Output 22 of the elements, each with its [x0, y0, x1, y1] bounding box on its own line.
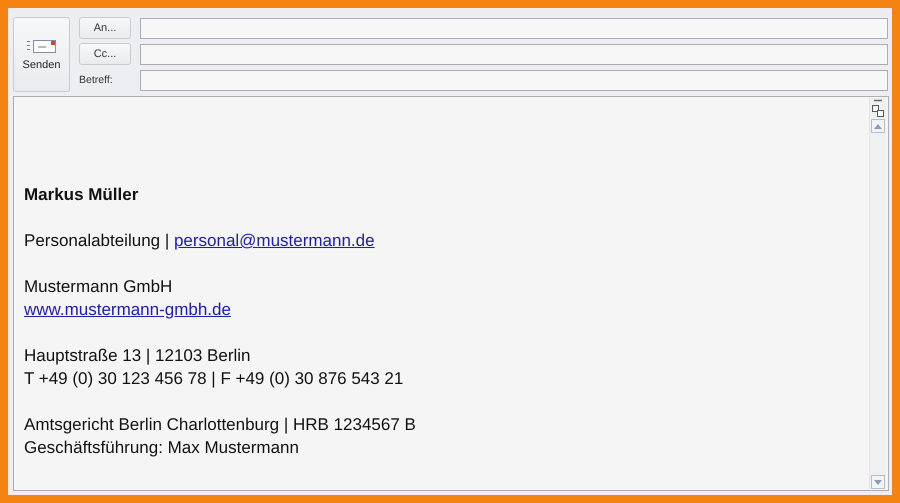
signature-text: Amtsgericht Berlin Charlottenburg | HRB 1234567 B — [24, 415, 416, 434]
scroll-down-button[interactable] — [871, 475, 885, 489]
signature-text: Hauptstraße 13 | 12103 Berlin — [24, 346, 250, 365]
input-field[interactable] — [140, 70, 888, 90]
address-button[interactable]: An... — [79, 17, 131, 39]
input-field[interactable] — [140, 44, 888, 64]
link[interactable]: www.mustermann-gmbh.de — [24, 300, 231, 319]
subject-label: Betreff: — [79, 73, 114, 88]
input-field[interactable] — [140, 18, 888, 38]
envelope-icon — [26, 38, 56, 52]
caret-down-icon — [874, 480, 882, 484]
scroll-up-button[interactable] — [871, 119, 885, 133]
link[interactable]: personal@mustermann.de — [174, 231, 375, 250]
address-button[interactable]: Cc... — [79, 43, 131, 65]
signature-text: Personalabteilung | — [24, 231, 170, 250]
send-button[interactable]: Senden — [13, 17, 70, 92]
signature-text: T +49 (0) 30 123 456 78 | F +49 (0) 30 876 543 21 — [24, 369, 404, 388]
signature-text: Mustermann GmbH — [24, 277, 172, 296]
signature-text: Markus Müller — [24, 185, 138, 204]
signature-text: Geschäftsführung: Max Mustermann — [24, 438, 299, 457]
caret-up-icon — [874, 124, 882, 128]
scrollbar[interactable] — [869, 98, 886, 489]
